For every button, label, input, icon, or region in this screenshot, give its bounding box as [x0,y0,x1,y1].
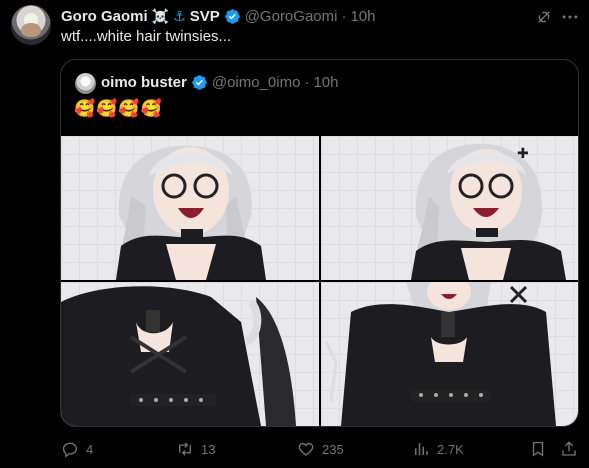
separator-dot: · [341,7,347,25]
quote-text: 🥰🥰🥰🥰 [74,99,163,118]
quote-header: oimo buster @oimo_0imo · 10h [101,74,338,91]
verified-icon[interactable] [191,74,208,91]
views-button[interactable]: 2.7K [412,436,464,462]
media-image-3[interactable] [61,282,319,426]
author-handle[interactable]: @GoroGaomi [245,8,338,25]
quoted-tweet[interactable]: oimo buster @oimo_0imo · 10h 🥰🥰🥰🥰 ✚ [60,59,579,427]
media-grid: ✚ [61,136,578,426]
anchor-emoji: ⚓ [173,8,186,24]
views-count: 2.7K [437,441,464,457]
tweet-timestamp[interactable]: 10h [350,8,375,25]
views-icon [415,443,428,455]
media-image-2[interactable]: ✚ [321,136,578,280]
like-button[interactable]: 235 [297,436,344,462]
quote-timestamp[interactable]: 10h [313,74,338,91]
svg-text:✚: ✚ [517,146,529,162]
reply-icon [62,442,78,458]
share-icon [562,441,576,456]
more-icon[interactable] [560,7,580,27]
quote-author-avatar[interactable] [75,73,96,94]
reply-count: 4 [86,441,94,457]
like-count: 235 [322,441,344,457]
media-image-4[interactable] [321,282,578,426]
action-bar: 4 13 235 2.7K [0,436,589,462]
bookmark-icon [532,441,544,457]
grok-icon[interactable] [535,8,553,26]
media-image-1[interactable] [61,136,319,280]
like-icon [298,442,314,456]
share-button[interactable] [560,436,578,462]
repost-button[interactable]: 13 [176,436,215,462]
repost-count: 13 [201,441,216,457]
author-name-suffix[interactable]: SVP [190,8,220,25]
reply-button[interactable]: 4 [61,436,93,462]
quote-author-handle[interactable]: @oimo_0imo [212,74,301,91]
bookmark-button[interactable] [529,436,547,462]
tweet-header: Goro Gaomi ☠️ ⚓ SVP @GoroGaomi · 10h [61,6,376,26]
quote-author-name[interactable]: oimo buster [101,74,187,91]
repost-icon [179,442,191,456]
author-name[interactable]: Goro Gaomi [61,8,148,25]
author-avatar[interactable] [11,5,51,45]
verified-icon[interactable] [224,8,241,25]
skull-emoji: ☠️ [151,8,170,24]
tweet-text: wtf....white hair twinsies... [61,28,232,45]
separator-dot: · [304,74,310,91]
